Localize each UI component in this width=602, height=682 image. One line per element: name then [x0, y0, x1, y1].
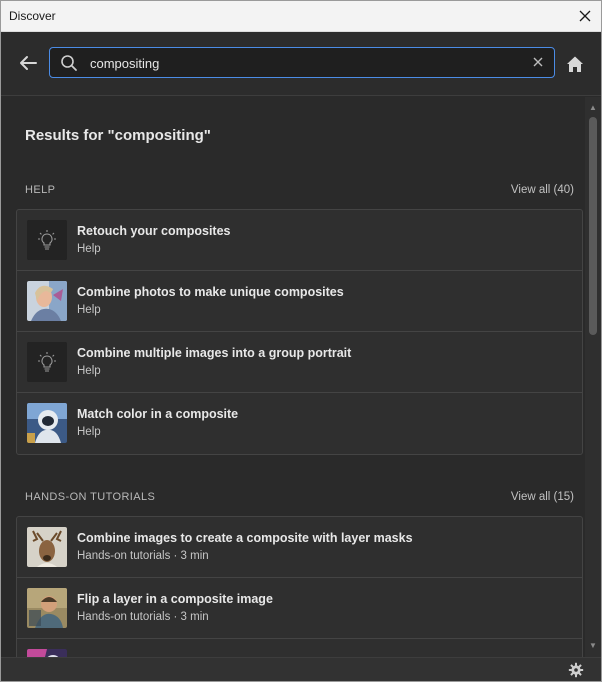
photo-thumbnail [27, 649, 67, 657]
scroll-up-icon[interactable]: ▲ [589, 103, 597, 112]
scroll-down-icon[interactable]: ▼ [589, 641, 597, 650]
item-title: Flip a layer in a composite image [77, 592, 273, 606]
list-item[interactable]: Combine photos to make unique composites… [17, 271, 582, 332]
list-item[interactable]: Combine multiple images into a group por… [17, 332, 582, 393]
photo-thumbnail [27, 403, 67, 443]
search-input[interactable] [90, 53, 510, 73]
photo-thumbnail [27, 281, 67, 321]
item-category: Help [77, 243, 101, 255]
item-thumbnail [27, 527, 67, 567]
clear-search-icon[interactable] [532, 56, 544, 68]
lightbulb-icon [27, 220, 67, 260]
item-thumbnail [27, 220, 67, 260]
title-bar: Discover [1, 1, 601, 32]
item-title: Combine multiple images into a group por… [77, 346, 352, 360]
vertical-scrollbar[interactable]: ▲ ▼ [585, 97, 601, 657]
photo-thumbnail [27, 527, 67, 567]
search-icon [61, 55, 77, 71]
close-icon[interactable] [577, 8, 593, 24]
list-item[interactable]: Combine images to create a composite wit… [17, 517, 582, 578]
list-item[interactable]: Retouch your composites Help [17, 210, 582, 271]
discover-window: Discover Results for "compositing" HELP [0, 0, 602, 682]
footer-bar [1, 657, 601, 681]
item-thumbnail [27, 342, 67, 382]
home-icon[interactable] [564, 53, 586, 75]
help-results-list: Retouch your composites Help Combine pho… [16, 209, 583, 455]
item-thumbnail [27, 403, 67, 443]
window-title: Discover [9, 9, 56, 23]
scrollbar-thumb[interactable] [589, 117, 597, 335]
tutorials-results-list: Combine images to create a composite wit… [16, 516, 583, 657]
item-title: Combine photos to make unique composites [77, 285, 344, 299]
tutorials-view-all-link[interactable]: View all (15) [511, 491, 574, 503]
item-category: Help [77, 304, 101, 316]
item-thumbnail [27, 588, 67, 628]
gear-icon[interactable] [568, 662, 584, 678]
back-arrow-icon[interactable] [17, 52, 39, 74]
list-item[interactable]: Flip a layer in a composite image Hands-… [17, 578, 582, 639]
help-view-all-link[interactable]: View all (40) [511, 184, 574, 196]
search-box[interactable] [49, 47, 555, 78]
results-panel: Results for "compositing" HELP View all … [1, 97, 601, 657]
list-item[interactable]: Match color in a composite Help [17, 393, 582, 454]
lightbulb-icon [27, 342, 67, 382]
item-meta: Hands-on tutorials · 3 min [77, 611, 209, 623]
header-bar [1, 32, 601, 96]
tutorials-section-label: HANDS-ON TUTORIALS [25, 491, 156, 503]
list-item[interactable] [17, 639, 582, 657]
item-thumbnail [27, 281, 67, 321]
item-title: Match color in a composite [77, 407, 239, 421]
item-thumbnail [27, 649, 67, 657]
help-section-header: HELP View all (40) [25, 184, 574, 200]
photo-thumbnail [27, 588, 67, 628]
item-category: Help [77, 426, 101, 438]
item-title: Combine images to create a composite wit… [77, 531, 413, 545]
item-category: Help [77, 365, 101, 377]
help-section-label: HELP [25, 184, 56, 196]
item-meta: Hands-on tutorials · 3 min [77, 550, 209, 562]
item-title: Retouch your composites [77, 224, 231, 238]
tutorials-section-header: HANDS-ON TUTORIALS View all (15) [25, 491, 574, 507]
results-heading: Results for "compositing" [25, 127, 211, 144]
